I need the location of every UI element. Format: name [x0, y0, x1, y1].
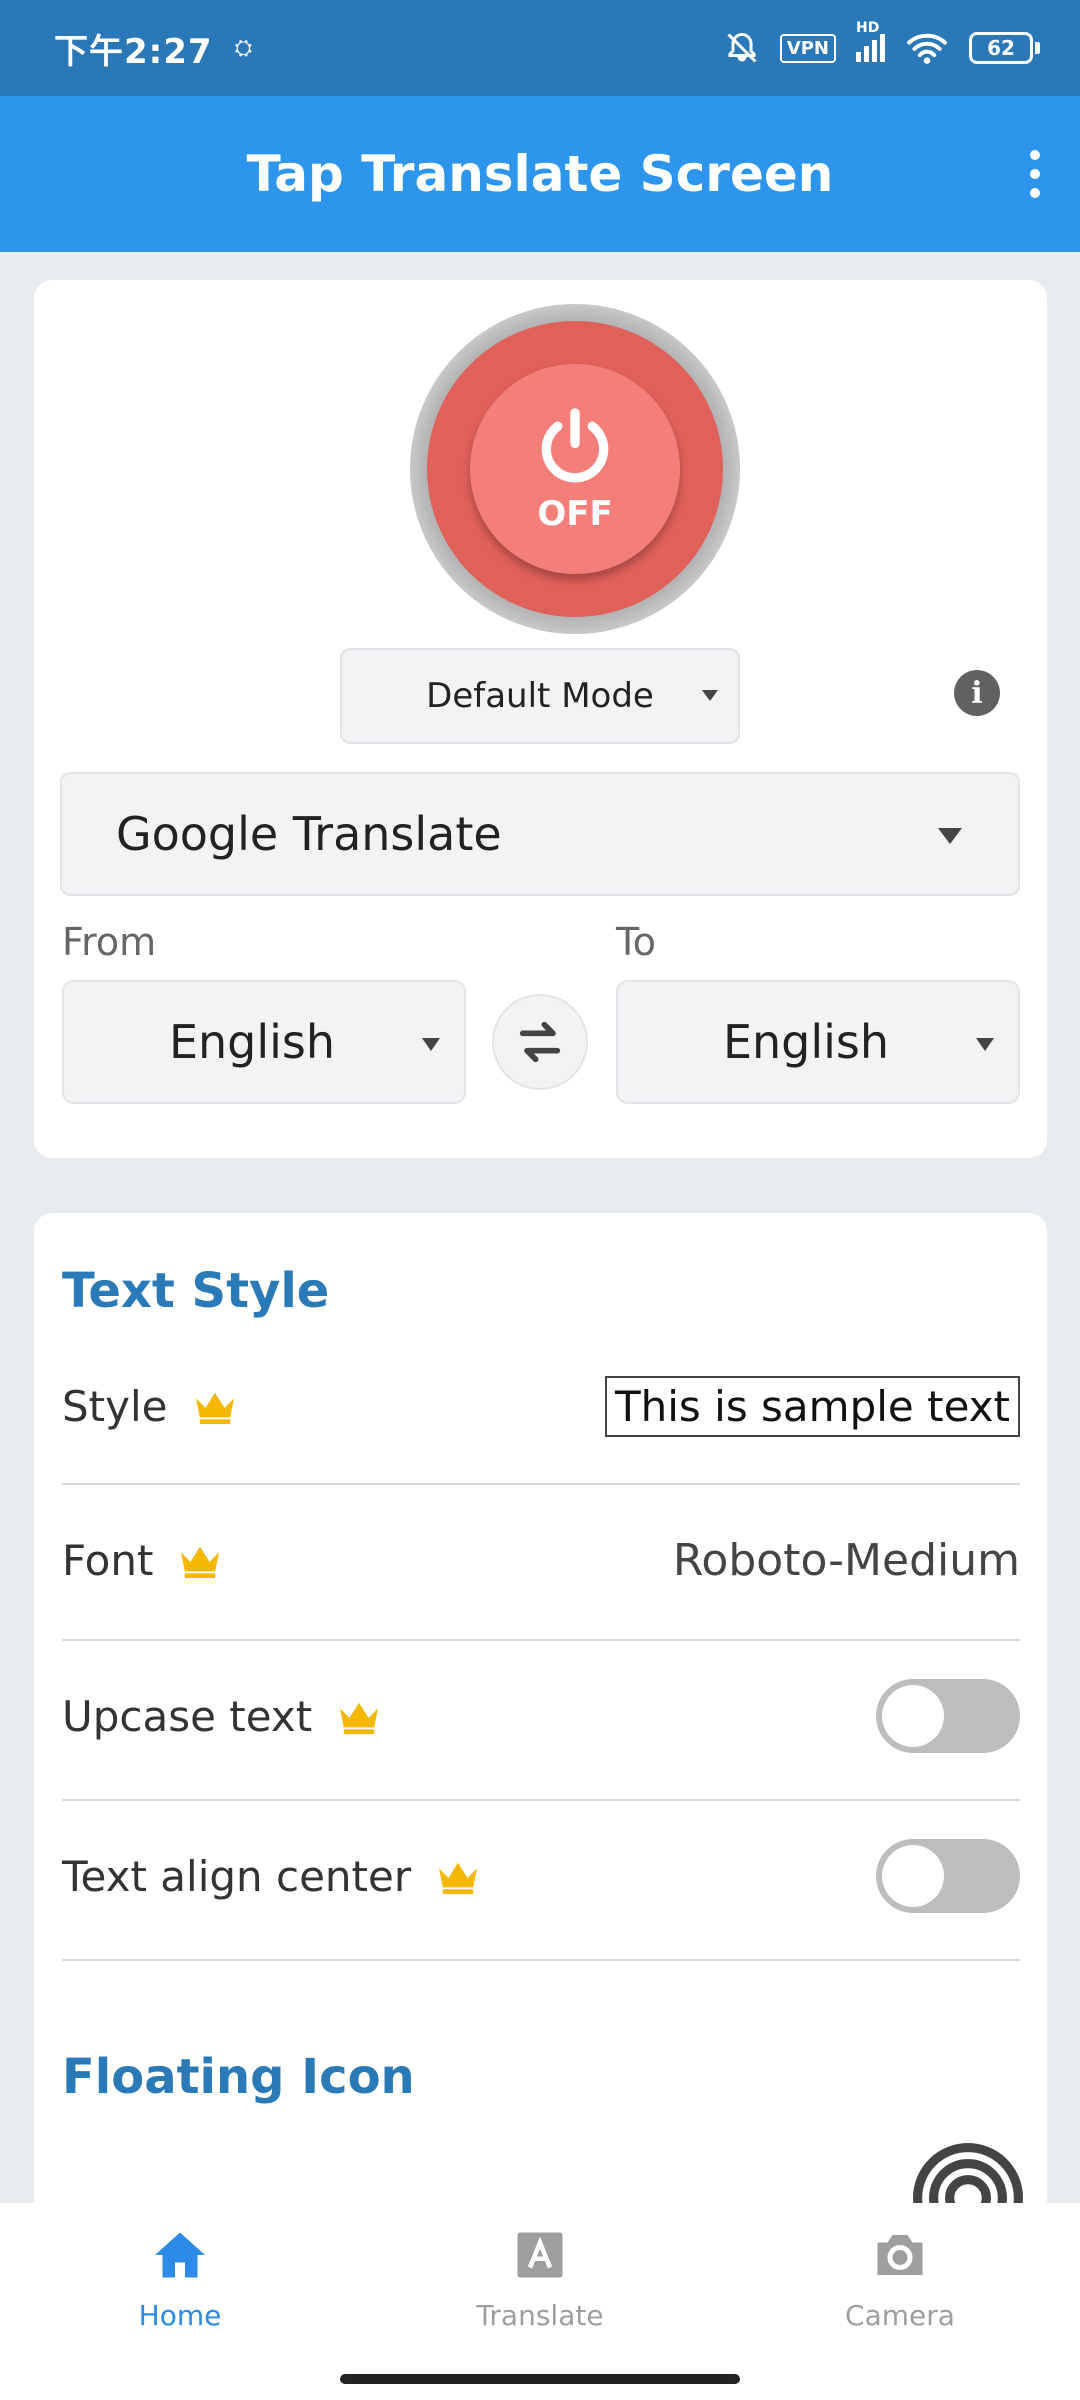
battery-level: 62: [969, 32, 1033, 64]
swap-languages-button[interactable]: [492, 994, 588, 1090]
nav-home-label: Home: [138, 2299, 222, 2332]
chevron-down-icon: [422, 1038, 440, 1051]
to-language-value: English: [722, 1015, 890, 1069]
nav-home[interactable]: Home: [0, 2203, 360, 2400]
upcase-row: Upcase text: [62, 1641, 1020, 1791]
chevron-down-icon: [976, 1038, 994, 1051]
font-value: Roboto-Medium: [672, 1534, 1020, 1586]
divider: [62, 1959, 1020, 1961]
floating-icon-title: Floating Icon: [62, 2049, 415, 2105]
status-bar: 下午2:27 ⛭ VPN HD 62: [0, 0, 1080, 96]
text-style-title: Text Style: [62, 1263, 330, 1319]
align-center-toggle[interactable]: [876, 1839, 1020, 1913]
chevron-down-icon: [938, 828, 962, 844]
chevron-down-icon: [702, 690, 718, 701]
signal-icon: HD: [856, 20, 885, 62]
hd-label: HD: [856, 20, 880, 36]
style-label: Style: [62, 1381, 168, 1431]
nav-camera-label: Camera: [845, 2299, 955, 2332]
settings-card: Text Style Style This is sample text Fon…: [34, 1213, 1047, 2253]
nav-translate-label: Translate: [476, 2299, 604, 2332]
more-options-icon[interactable]: [1020, 150, 1050, 198]
power-icon: [532, 404, 618, 490]
crown-icon: [340, 1702, 379, 1735]
translate-icon: [517, 2232, 563, 2278]
engine-select-value: Google Translate: [116, 807, 502, 861]
home-indicator: [340, 2374, 740, 2384]
power-button[interactable]: OFF: [410, 304, 740, 634]
style-row[interactable]: Style This is sample text: [62, 1331, 1020, 1481]
from-language-value: English: [168, 1015, 336, 1069]
nav-translate[interactable]: Translate: [360, 2203, 720, 2400]
font-row[interactable]: Font Roboto-Medium: [62, 1485, 1020, 1635]
crown-icon: [195, 1392, 234, 1425]
bottom-nav: Home Translate Camera: [0, 2203, 1080, 2400]
to-label: To: [616, 920, 657, 964]
translate-control-card: OFF Default Mode i Google Translate From…: [34, 280, 1047, 1158]
mode-select-value: Default Mode: [426, 676, 654, 716]
mode-select[interactable]: Default Mode: [340, 648, 740, 744]
app-bar: Tap Translate Screen: [0, 96, 1080, 252]
align-center-label: Text align center: [62, 1851, 412, 1901]
vpn-badge: VPN: [779, 33, 836, 63]
nav-camera[interactable]: Camera: [720, 2203, 1080, 2400]
status-icons: VPN HD 62: [724, 20, 1040, 66]
home-icon: [155, 2232, 205, 2278]
engine-select[interactable]: Google Translate: [60, 772, 1020, 896]
crown-icon: [439, 1862, 478, 1895]
swap-icon: [519, 1021, 561, 1063]
info-icon[interactable]: i: [954, 670, 1000, 716]
page-title: Tap Translate Screen: [246, 145, 834, 203]
upcase-label: Upcase text: [62, 1691, 313, 1741]
align-center-row: Text align center: [62, 1801, 1020, 1951]
style-sample-text[interactable]: This is sample text: [604, 1375, 1020, 1437]
notification-icon: ⛭: [234, 35, 253, 61]
upcase-toggle[interactable]: [876, 1679, 1020, 1753]
power-state-label: OFF: [537, 494, 613, 534]
font-label: Font: [62, 1535, 154, 1585]
camera-icon: [877, 2235, 923, 2275]
to-language-select[interactable]: English: [616, 980, 1020, 1104]
mute-bell-icon: [727, 32, 757, 63]
from-language-select[interactable]: English: [62, 980, 466, 1104]
status-time: 下午2:27: [54, 31, 213, 72]
wifi-icon: [907, 33, 947, 64]
crown-icon: [181, 1546, 220, 1579]
battery-icon: 62: [969, 32, 1040, 64]
from-label: From: [62, 920, 157, 964]
